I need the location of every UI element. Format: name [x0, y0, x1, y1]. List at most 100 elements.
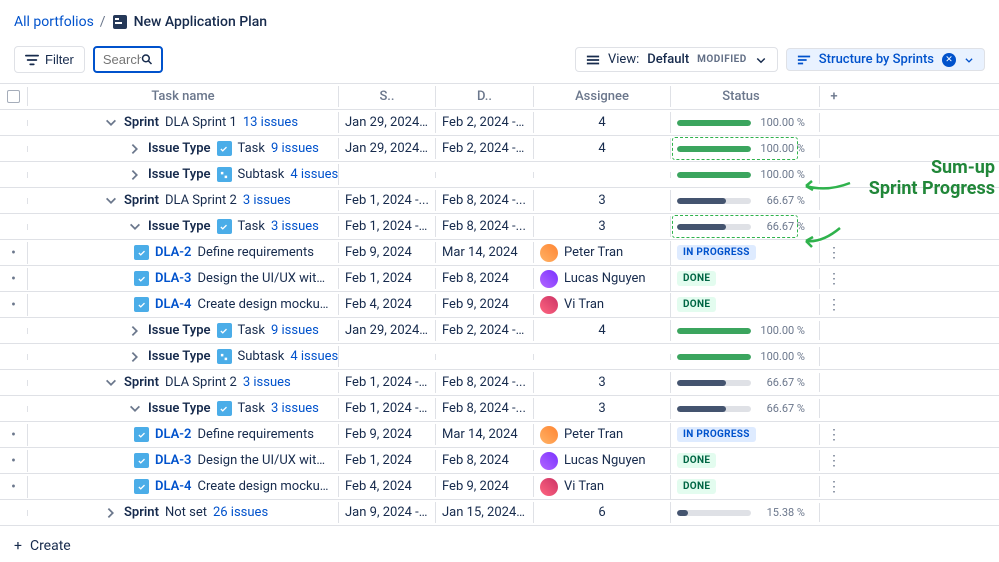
issue-key[interactable]: DLA-2 — [155, 245, 192, 260]
header-s[interactable]: S.. — [339, 86, 436, 107]
chevron-right-icon[interactable] — [128, 350, 142, 364]
search-box[interactable] — [93, 46, 163, 73]
plan-icon — [112, 14, 128, 30]
row-handle[interactable]: • — [11, 453, 16, 469]
table-row: SprintNot set26 issuesJan 9, 2024 - ...J… — [0, 500, 999, 526]
cell-assignee[interactable]: Peter Tran — [534, 241, 671, 265]
toolbar: Filter View: Default MODIFIED Structure … — [0, 40, 999, 83]
header-d[interactable]: D.. — [436, 86, 534, 107]
cell-s: Feb 9, 2024 — [339, 424, 436, 445]
avatar — [540, 452, 558, 470]
table-row: Issue TypeSubtask4 issues100.00 % — [0, 162, 999, 188]
cell-assignee[interactable]: Lucas Nguyen — [534, 267, 671, 291]
chevron-down-icon[interactable] — [128, 402, 142, 416]
search-input[interactable] — [103, 52, 141, 67]
create-button[interactable]: + Create — [14, 538, 71, 554]
row-handle[interactable]: • — [11, 271, 16, 287]
cell-d: Feb 8, 2024 -... — [436, 216, 534, 237]
filter-label: Filter — [45, 52, 74, 67]
row-menu-button[interactable]: ⋮ — [827, 427, 841, 443]
cell-d: Mar 14, 2024 — [436, 424, 534, 445]
view-selector[interactable]: View: Default MODIFIED — [575, 47, 778, 72]
row-handle[interactable]: • — [11, 479, 16, 495]
group-label: Issue Type — [148, 167, 211, 182]
table-row: Issue TypeTask9 issuesJan 29, 2024 ...Fe… — [0, 136, 999, 162]
chevron-down-icon[interactable] — [104, 194, 118, 208]
task-type-icon — [217, 401, 232, 416]
issue-count-link[interactable]: 4 issues — [290, 349, 338, 364]
cell-status[interactable]: DONE — [671, 450, 820, 471]
cell-status[interactable]: DONE — [671, 476, 820, 497]
row-menu-button[interactable]: ⋮ — [827, 479, 841, 495]
row-handle[interactable]: • — [11, 245, 16, 261]
issue-count-link[interactable]: 9 issues — [271, 323, 319, 338]
cell-status[interactable]: DONE — [671, 268, 820, 289]
issue-count-link[interactable]: 4 issues — [290, 167, 338, 182]
structure-icon — [797, 53, 811, 67]
chevron-down-icon[interactable] — [104, 116, 118, 130]
cell-assignee-count: 3 — [534, 190, 671, 211]
issue-title: Design the UI/UX with localiz... — [198, 271, 333, 286]
cell-s: Feb 1, 2024 - ... — [339, 372, 436, 393]
sprint-name: Not set — [165, 505, 207, 520]
breadcrumb: All portfolios / New Application Plan — [0, 0, 999, 40]
header-assignee[interactable]: Assignee — [534, 86, 671, 107]
issue-count-link[interactable]: 3 issues — [243, 375, 291, 390]
breadcrumb-root[interactable]: All portfolios — [14, 14, 94, 30]
cell-s: Feb 1, 2024 - ... — [339, 398, 436, 419]
cell-s: Feb 1, 2024 — [339, 450, 436, 471]
row-menu-button[interactable]: ⋮ — [827, 271, 841, 287]
filter-button[interactable]: Filter — [14, 46, 85, 73]
task-type-icon — [134, 245, 149, 260]
row-handle[interactable]: • — [11, 297, 16, 313]
cell-assignee[interactable]: Lucas Nguyen — [534, 449, 671, 473]
issue-count-link[interactable]: 26 issues — [213, 505, 268, 520]
issue-key[interactable]: DLA-4 — [155, 479, 192, 494]
cell-d: Feb 8, 2024 — [436, 268, 534, 289]
header-add-column[interactable]: + — [820, 86, 848, 107]
issue-title: Create design mockups — [198, 479, 333, 494]
issue-key[interactable]: DLA-3 — [155, 271, 192, 286]
issue-key[interactable]: DLA-3 — [155, 453, 192, 468]
structure-close-icon[interactable]: ✕ — [942, 53, 956, 67]
sprint-name: DLA Sprint 2 — [165, 375, 237, 390]
row-menu-button[interactable]: ⋮ — [827, 297, 841, 313]
issue-count-link[interactable]: 3 issues — [271, 219, 319, 234]
row-handle[interactable]: • — [11, 427, 16, 443]
group-label: Issue Type — [148, 219, 211, 234]
select-all-checkbox[interactable] — [7, 90, 20, 103]
chevron-down-icon[interactable] — [128, 220, 142, 234]
table-row: • DLA-3 Design the UI/UX with localiz... Fe… — [0, 266, 999, 292]
issue-count-link[interactable]: 3 issues — [243, 193, 291, 208]
issue-count-link[interactable]: 13 issues — [243, 115, 298, 130]
cell-status[interactable]: DONE — [671, 294, 820, 315]
header-task[interactable]: Task name — [28, 86, 339, 107]
cell-assignee[interactable]: Peter Tran — [534, 423, 671, 447]
group-label: Issue Type — [148, 323, 211, 338]
issue-key[interactable]: DLA-2 — [155, 427, 192, 442]
cell-s: Feb 4, 2024 — [339, 476, 436, 497]
cell-status[interactable]: IN PROGRESS — [671, 242, 820, 263]
cell-assignee[interactable]: Vi Tran — [534, 293, 671, 317]
issue-count-link[interactable]: 3 issues — [271, 401, 319, 416]
cell-d — [436, 354, 534, 360]
structure-button[interactable]: Structure by Sprints ✕ — [786, 48, 985, 71]
type-name: Subtask — [238, 167, 285, 182]
chevron-right-icon[interactable] — [128, 324, 142, 338]
chevron-down-icon[interactable] — [104, 376, 118, 390]
cell-status[interactable]: IN PROGRESS — [671, 424, 820, 445]
view-icon — [586, 53, 600, 67]
chevron-right-icon[interactable] — [104, 506, 118, 520]
row-menu-button[interactable]: ⋮ — [827, 245, 841, 261]
type-name: Task — [238, 141, 265, 156]
avatar — [540, 426, 558, 444]
issue-count-link[interactable]: 9 issues — [271, 141, 319, 156]
chevron-right-icon[interactable] — [128, 142, 142, 156]
cell-assignee[interactable]: Vi Tran — [534, 475, 671, 499]
row-menu-button[interactable]: ⋮ — [827, 453, 841, 469]
issue-key[interactable]: DLA-4 — [155, 297, 192, 312]
sprint-name: DLA Sprint 1 — [165, 115, 237, 130]
header-status[interactable]: Status — [671, 86, 820, 107]
cell-assignee-count — [534, 354, 671, 360]
chevron-right-icon[interactable] — [128, 168, 142, 182]
